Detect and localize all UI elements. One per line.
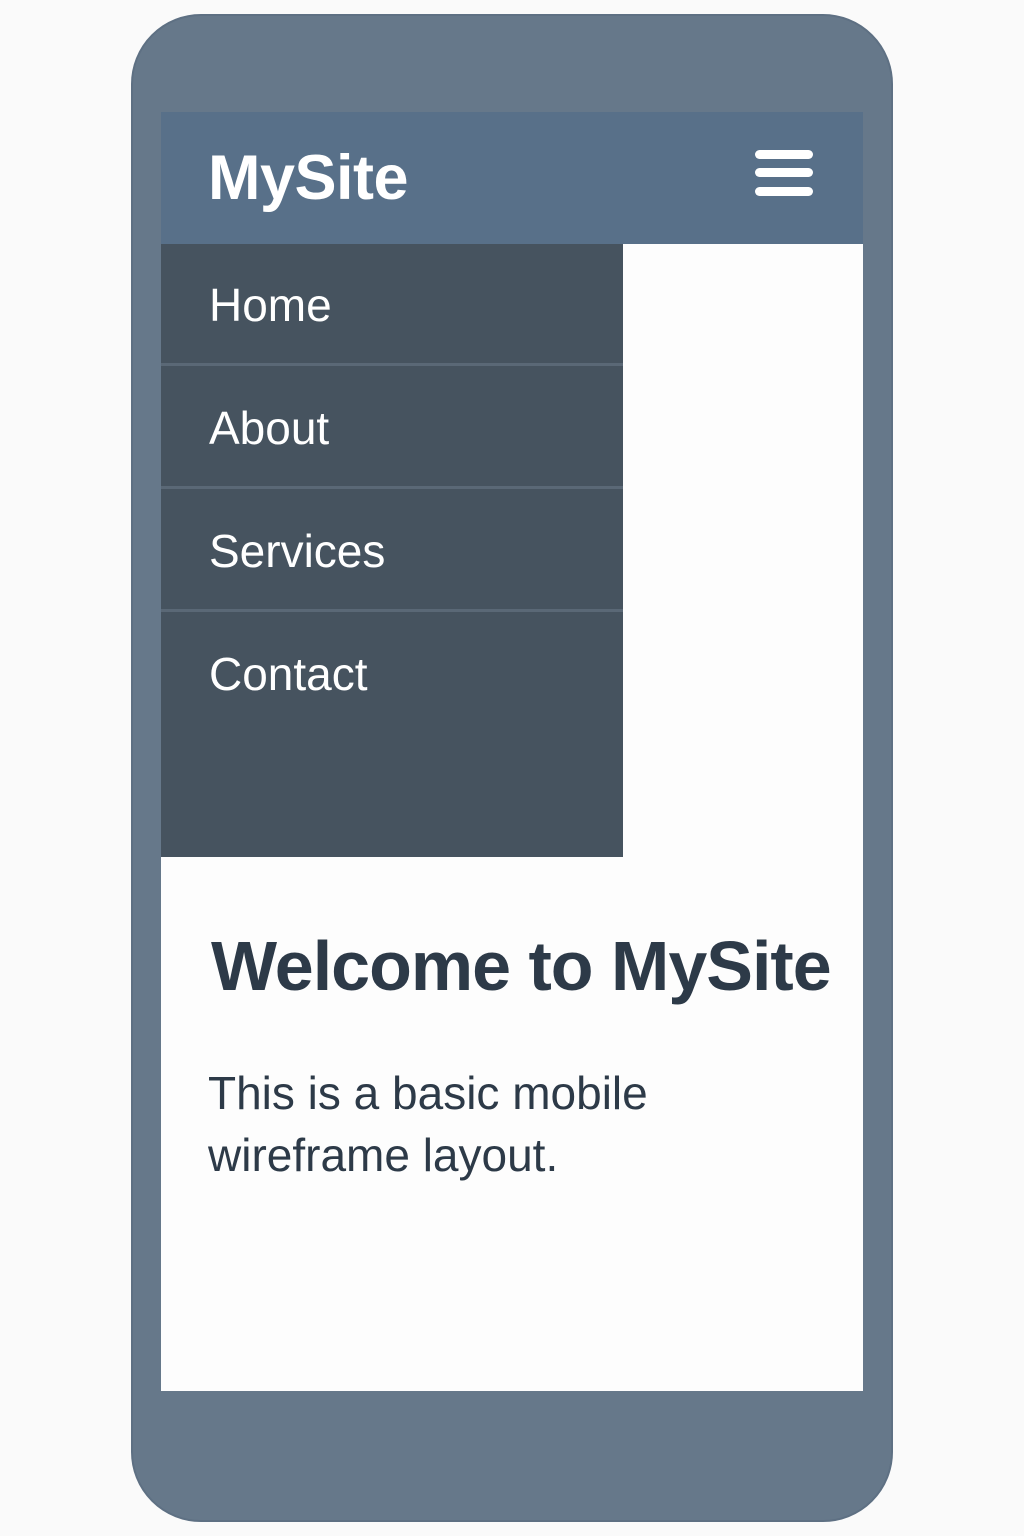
nav-item-label: Services xyxy=(209,525,386,577)
nav-item-services[interactable]: Services xyxy=(161,490,623,612)
nav-item-contact[interactable]: Contact xyxy=(161,613,623,735)
page-body-text: This is a basic mobile wireframe layout. xyxy=(208,1067,648,1181)
menu-toggle-button[interactable] xyxy=(751,148,817,208)
page-heading: Welcome to MySite xyxy=(211,927,832,1005)
nav-drawer: Home About Services Contact xyxy=(161,244,623,857)
phone-screen: MySite Home About Services Contact Welco… xyxy=(161,112,863,1391)
nav-item-home[interactable]: Home xyxy=(161,244,623,366)
main-content: Welcome to MySite This is a basic mobile… xyxy=(208,920,832,1186)
nav-item-label: Contact xyxy=(209,648,368,700)
nav-item-label: Home xyxy=(209,279,332,331)
site-logo[interactable]: MySite xyxy=(208,142,409,214)
app-header: MySite xyxy=(161,112,863,244)
menu-icon-bar xyxy=(755,168,813,177)
menu-icon-bar xyxy=(755,150,813,159)
menu-icon-bar xyxy=(755,187,813,196)
nav-item-about[interactable]: About xyxy=(161,367,623,489)
nav-item-label: About xyxy=(209,402,330,454)
